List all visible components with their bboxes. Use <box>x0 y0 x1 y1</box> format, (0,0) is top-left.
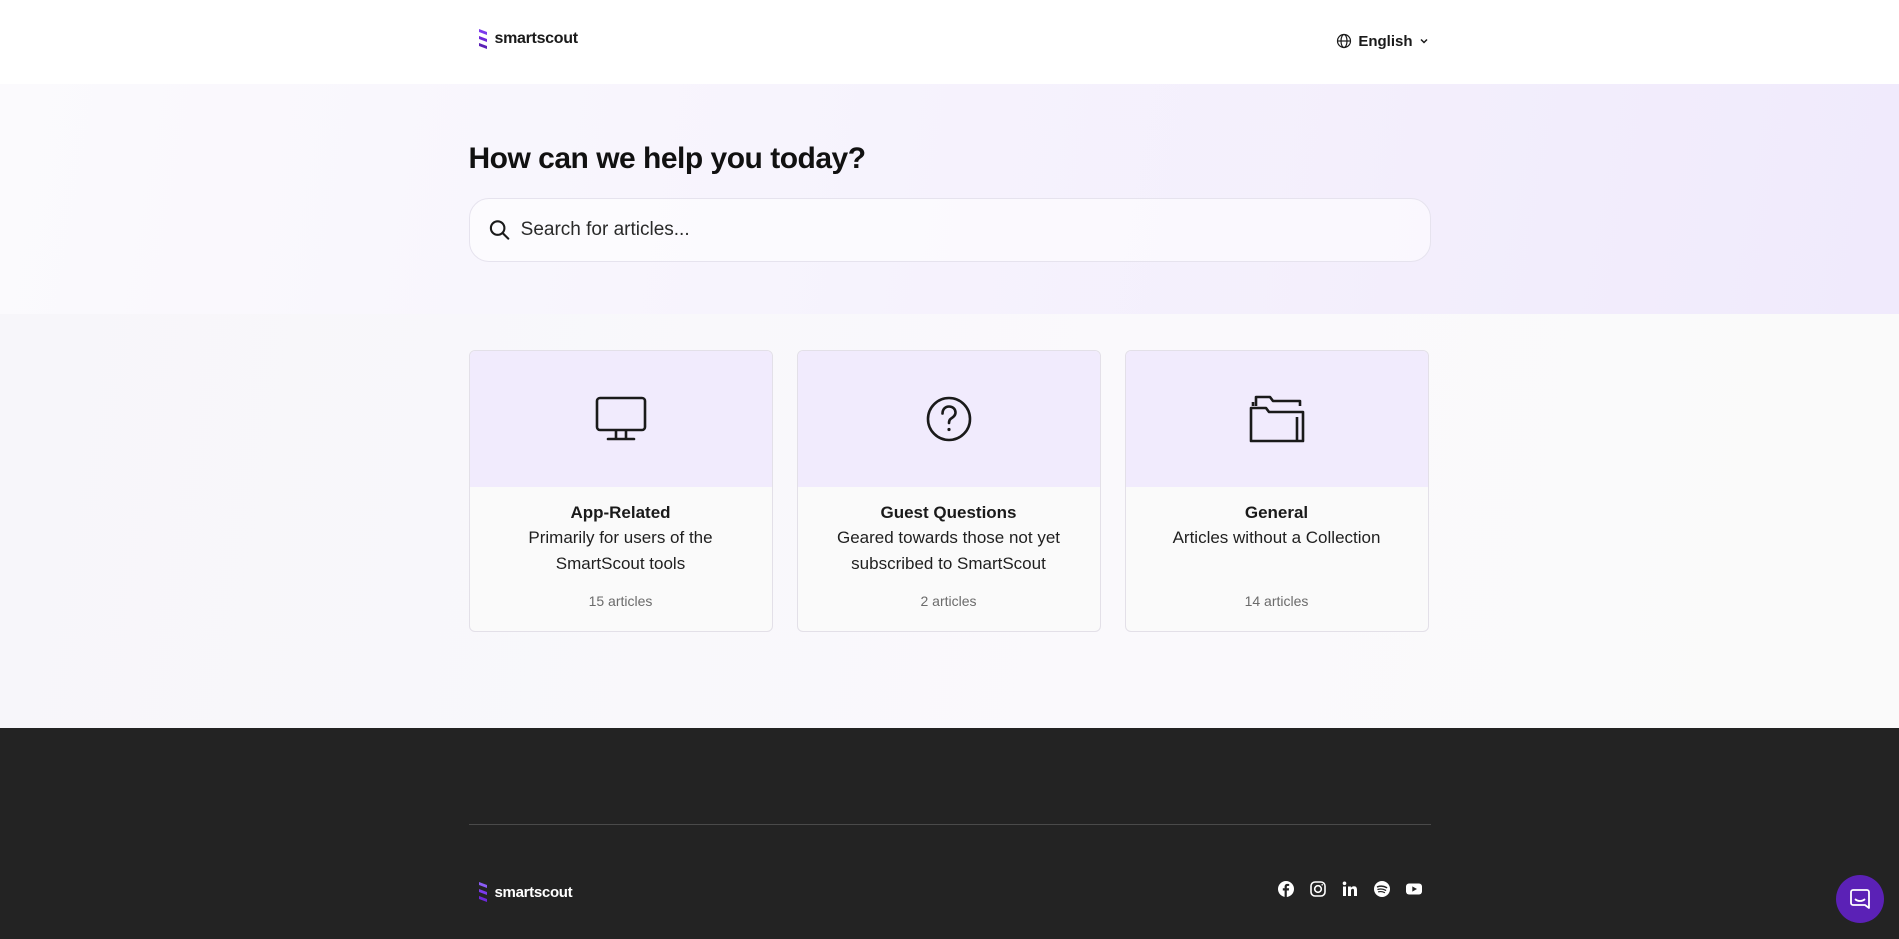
chat-launcher-button[interactable] <box>1836 875 1884 923</box>
card-header <box>1125 351 1428 487</box>
footer-divider <box>468 824 1431 825</box>
collection-card-guest-questions[interactable]: Guest Questions Geared towards those not… <box>796 350 1101 632</box>
collection-cards: App-Related Primarily for users of the S… <box>468 314 1431 632</box>
collections-section: App-Related Primarily for users of the S… <box>0 314 1899 728</box>
article-count: 2 articles <box>920 593 977 609</box>
card-header <box>469 351 772 487</box>
collection-title: App-Related <box>570 503 671 522</box>
monitor-icon <box>595 396 646 441</box>
language-selector[interactable]: English <box>1336 33 1428 50</box>
social-links <box>1277 880 1423 898</box>
hero-section: How can we help you today? <box>0 84 1899 314</box>
collection-title: Guest Questions <box>880 503 1017 522</box>
collection-description: Articles without a Collection <box>1172 528 1381 547</box>
chat-icon <box>1850 889 1870 909</box>
article-count: 15 articles <box>588 593 653 609</box>
question-circle-icon <box>926 396 971 442</box>
footer-brand-logo[interactable]: smartscout <box>477 881 573 903</box>
smartscout-logo-icon <box>478 29 487 49</box>
page-title: How can we help you today? <box>468 142 867 175</box>
collection-description: Geared towards those not yet subscribed … <box>836 528 1061 573</box>
collection-card-general[interactable]: General Articles without a Collection 14… <box>1124 350 1429 632</box>
footer-brand-name: smartscout <box>494 883 573 901</box>
instagram-icon[interactable] <box>1309 880 1327 898</box>
search-icon <box>489 220 509 240</box>
linkedin-icon[interactable] <box>1341 880 1359 898</box>
brand-name: smartscout <box>494 30 579 47</box>
globe-icon <box>1337 33 1352 49</box>
language-label: English <box>1358 32 1413 50</box>
article-count: 14 articles <box>1244 593 1309 609</box>
smartscout-logo-icon <box>478 882 487 902</box>
brand-logo[interactable]: smartscout <box>477 28 578 50</box>
search-input[interactable] <box>520 219 1430 241</box>
footer: smartscout <box>0 728 1899 939</box>
search-bar[interactable] <box>468 198 1431 262</box>
facebook-icon[interactable] <box>1277 880 1295 898</box>
top-header: smartscout English <box>0 0 1899 84</box>
chevron-down-icon <box>1419 38 1428 44</box>
folder-icon <box>1249 395 1304 443</box>
spotify-icon[interactable] <box>1373 880 1391 898</box>
card-header <box>797 351 1100 487</box>
collection-description: Primarily for users of the SmartScout to… <box>528 528 713 573</box>
collection-card-app-related[interactable]: App-Related Primarily for users of the S… <box>468 350 773 632</box>
youtube-icon[interactable] <box>1405 880 1423 898</box>
collection-title: General <box>1244 503 1309 522</box>
